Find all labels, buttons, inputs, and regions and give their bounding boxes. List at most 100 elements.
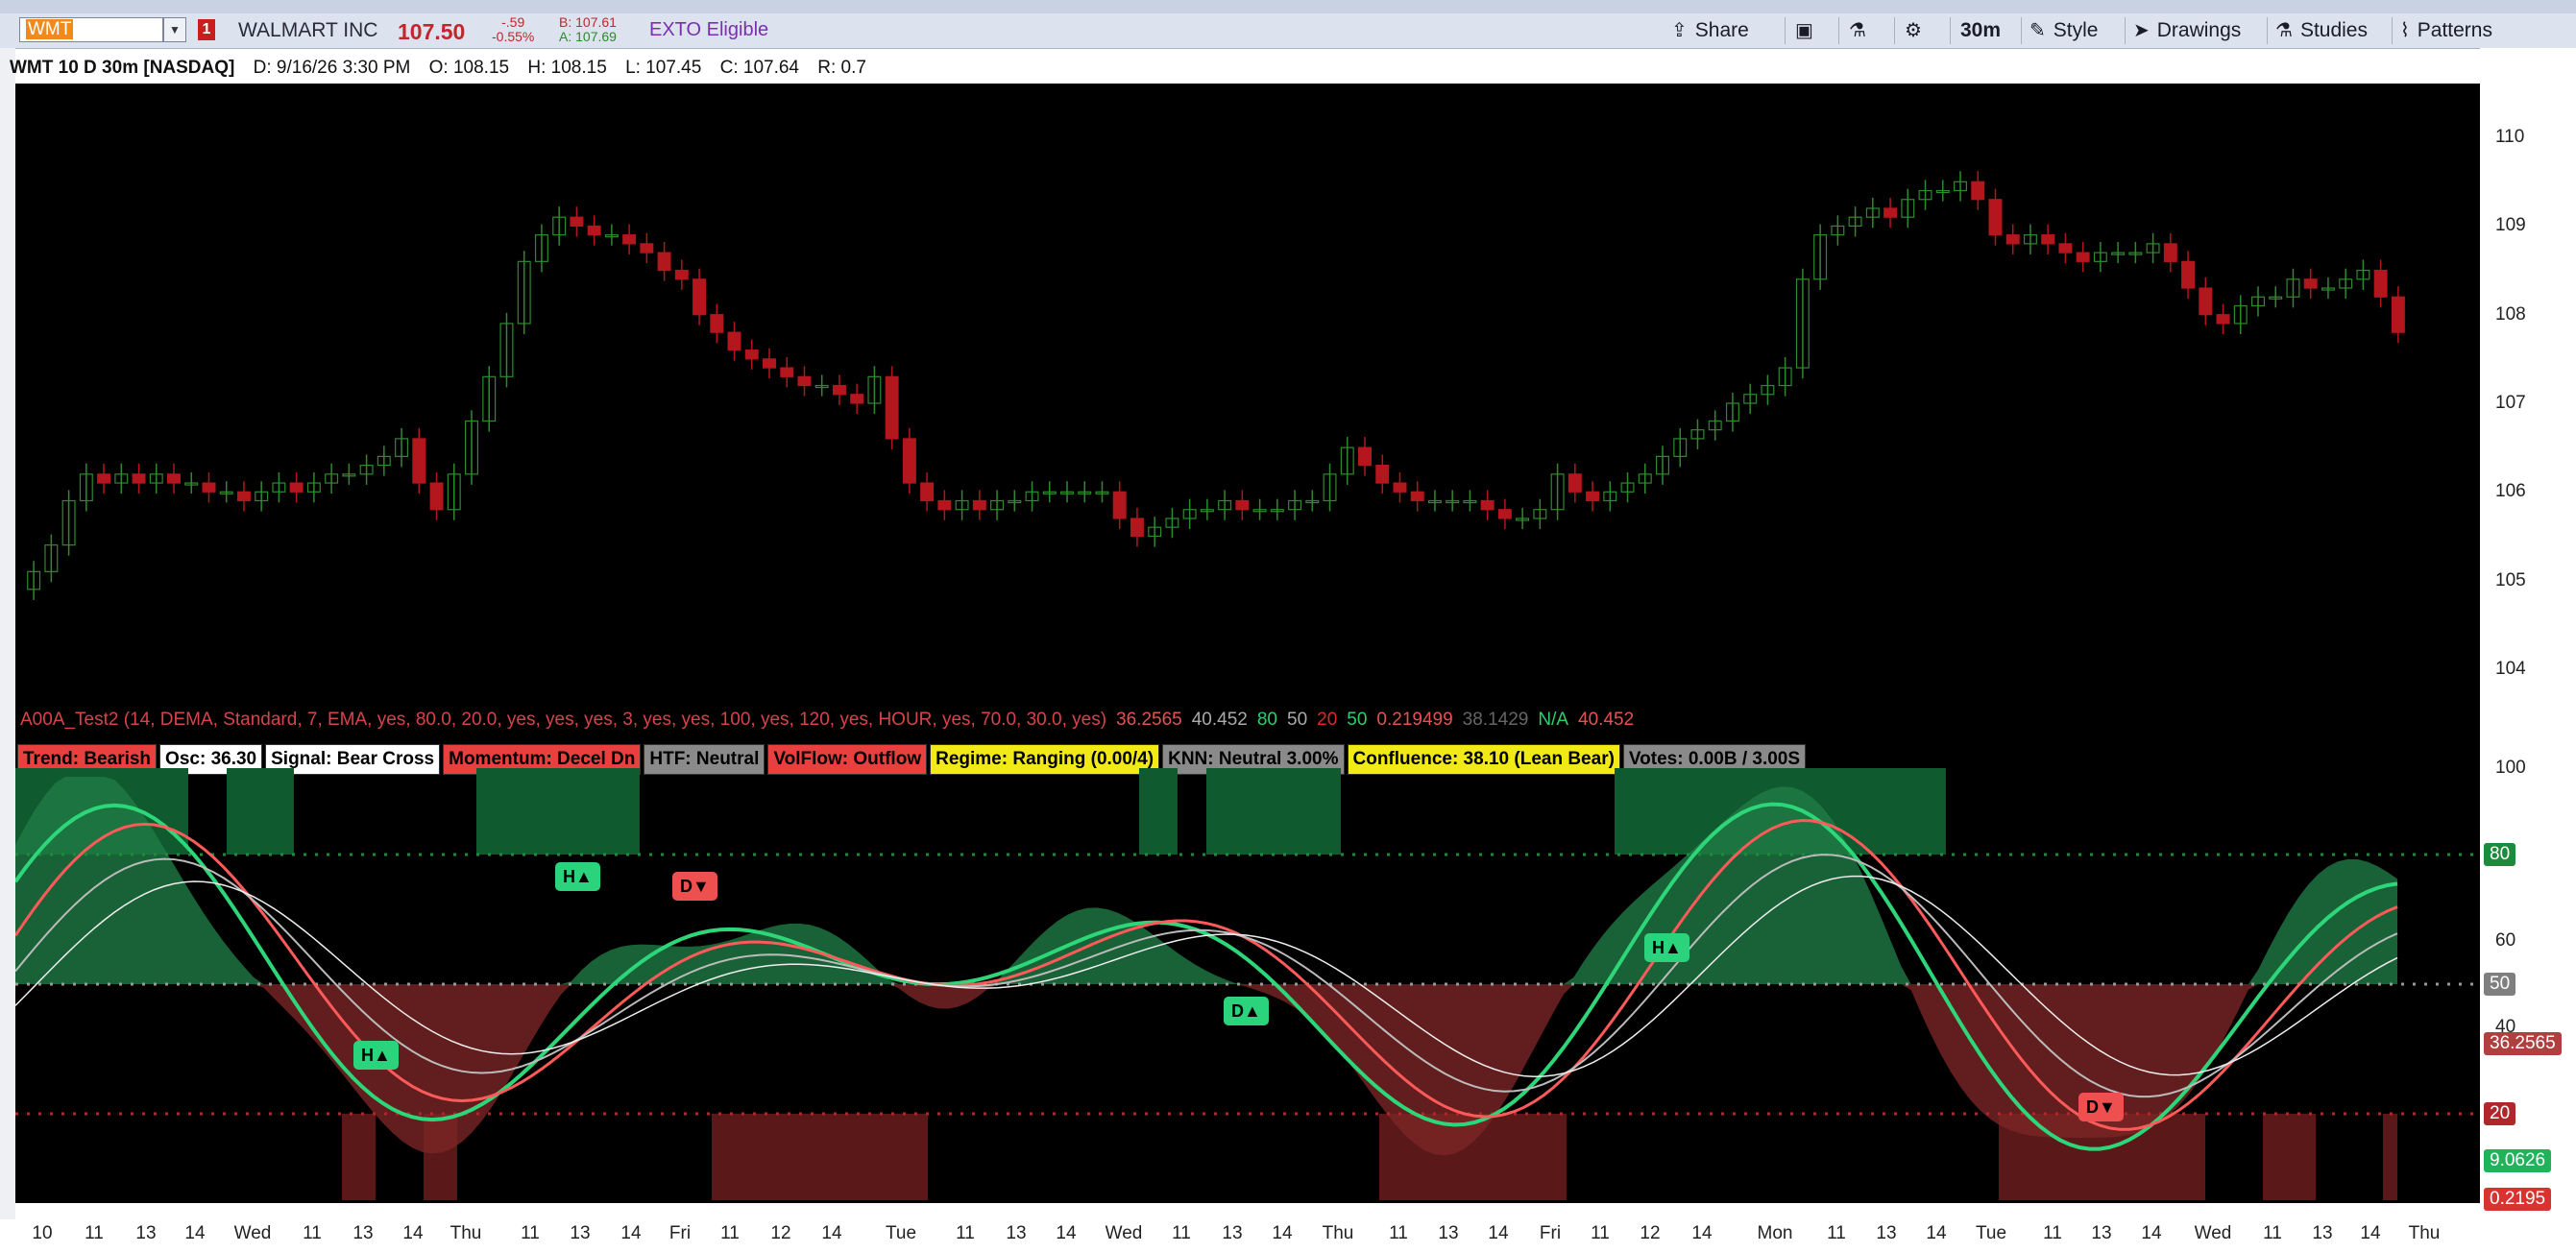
candle-body <box>1235 499 1250 511</box>
time-tick-label: 11 <box>521 1223 540 1243</box>
style-button[interactable]: ✎ Style <box>2021 17 2098 44</box>
time-tick-label: 11 <box>85 1223 104 1243</box>
candle-body <box>167 473 181 484</box>
signal-marker[interactable]: H▲ <box>555 862 600 891</box>
overbought-zone <box>1206 768 1341 855</box>
time-tick-label: Thu <box>1322 1223 1354 1243</box>
share-icon: ⇪ <box>1671 20 1688 41</box>
share-label: Share <box>1694 19 1749 41</box>
candle-body <box>202 482 216 493</box>
price-tick-label: 104 <box>2495 658 2526 679</box>
bid-value: B: 107.61 <box>559 14 617 30</box>
bar-high: H: 108.15 <box>527 58 607 78</box>
study-name[interactable]: A00A_Test2 (14, DEMA, Standard, 7, EMA, … <box>15 706 1111 735</box>
osc-value-tag: 0.2195 <box>2484 1188 2552 1211</box>
oversold-zone <box>342 1114 376 1200</box>
time-tick-label: Tue <box>885 1223 917 1243</box>
time-tick-label: 13 <box>2312 1223 2333 1243</box>
oscillator-chart[interactable] <box>15 768 2480 1210</box>
exto-eligible[interactable]: EXTO Eligible <box>649 19 768 41</box>
lab-button[interactable]: ⚗ <box>1838 17 1874 44</box>
study-value-9: N/A <box>1538 710 1569 730</box>
time-tick-label: Wed <box>233 1223 272 1243</box>
candle-body <box>902 438 916 484</box>
candle-body <box>587 225 601 236</box>
time-tick-label: Thu <box>2408 1223 2441 1243</box>
last-price: 107.50 <box>398 19 466 44</box>
drawings-label: Drawings <box>2156 19 2242 41</box>
candle-body <box>2303 278 2318 289</box>
time-tick-label: 14 <box>2360 1223 2381 1243</box>
net-change-value: -.59 <box>501 14 525 30</box>
patterns-button[interactable]: ⌇ Patterns <box>2392 17 2492 44</box>
time-tick-label: 14 <box>2141 1223 2162 1243</box>
signal-marker[interactable]: H▲ <box>1644 933 1689 962</box>
candle-body <box>763 358 776 369</box>
candle-body <box>1988 199 2003 236</box>
price-tick-label: 108 <box>2495 303 2526 325</box>
candle-body <box>832 384 846 396</box>
style-icon: ✎ <box>2029 20 2046 41</box>
time-tick-label: 11 <box>1827 1223 1846 1243</box>
candle-body <box>657 252 671 272</box>
study-value-10: 40.452 <box>1578 710 1635 730</box>
candle-body <box>885 375 899 440</box>
bar-open: O: 108.15 <box>428 58 510 78</box>
symbol-input[interactable]: WMT <box>19 17 163 42</box>
info-bar: WMT 10 D 30m [NASDAQ] D: 9/16/26 3:30 PM… <box>10 54 880 83</box>
share-button[interactable]: ⇪ Share <box>1671 17 1749 44</box>
symbol-dropdown-icon[interactable]: ▼ <box>163 17 186 42</box>
candle-body <box>1971 181 1985 201</box>
pct-change-value: -0.55% <box>492 29 535 44</box>
cursor-icon: ➤ <box>2133 20 2150 41</box>
snapshot-button[interactable]: ▣ <box>1785 17 1821 44</box>
time-tick-label: 13 <box>570 1223 591 1243</box>
time-tick-label: Mon <box>1757 1223 1793 1243</box>
signal-marker[interactable]: D▼ <box>2078 1093 2124 1121</box>
time-tick-label: Thu <box>450 1223 482 1243</box>
alert-badge[interactable]: 1 <box>198 19 215 40</box>
patterns-icon: ⌇ <box>2400 20 2410 41</box>
left-edge <box>0 48 15 1219</box>
time-tick-label: 11 <box>1389 1223 1408 1243</box>
candle-body <box>744 349 759 360</box>
price-chart[interactable] <box>15 84 2480 703</box>
toolbar: WMT ▼ 1 WALMART INC 107.50 -.59 -0.55% B… <box>0 13 2576 49</box>
time-tick-label: 11 <box>2043 1223 2062 1243</box>
camera-icon: ▣ <box>1795 20 1813 41</box>
candle-body <box>429 482 444 511</box>
price-tick-label: 109 <box>2495 215 2526 236</box>
time-tick-label: Fri <box>1539 1223 1562 1243</box>
style-label: Style <box>2053 19 2099 41</box>
time-tick-label: 11 <box>2263 1223 2282 1243</box>
study-value-8: 38.1429 <box>1462 710 1529 730</box>
candle-body <box>1410 491 1424 502</box>
signal-marker[interactable]: H▲ <box>353 1041 399 1070</box>
signal-marker[interactable]: D▼ <box>672 872 717 901</box>
candle-body <box>972 499 986 511</box>
drawings-button[interactable]: ➤ Drawings <box>2125 17 2241 44</box>
timeframe-button[interactable]: 30m <box>1950 17 2001 44</box>
candle-body <box>2058 243 2073 253</box>
time-tick-label: Wed <box>1105 1223 1143 1243</box>
candle-body <box>797 375 812 387</box>
studies-label: Studies <box>2299 19 2368 41</box>
time-tick-label: 11 <box>1172 1223 1191 1243</box>
time-tick-label: 12 <box>770 1223 791 1243</box>
osc-value-tag: 20 <box>2484 1102 2516 1125</box>
time-tick-label: 14 <box>184 1223 206 1243</box>
price-tick-label: 105 <box>2495 569 2526 590</box>
candle-body <box>2181 260 2196 289</box>
candle-body <box>2391 296 2405 333</box>
settings-button[interactable]: ⚙ <box>1894 17 1930 44</box>
study-value-7: 0.219499 <box>1376 710 1453 730</box>
candle-body <box>289 482 304 493</box>
bar-range: R: 0.7 <box>817 58 866 78</box>
time-tick-label: 11 <box>303 1223 322 1243</box>
studies-button[interactable]: ⚗ Studies <box>2267 17 2368 44</box>
signal-marker[interactable]: D▲ <box>1224 997 1269 1025</box>
oversold-zone <box>2263 1114 2316 1200</box>
flask-icon: ⚗ <box>2275 20 2293 41</box>
study-value-4: 50 <box>1287 710 1308 730</box>
osc-tick-label: 100 <box>2495 758 2526 778</box>
